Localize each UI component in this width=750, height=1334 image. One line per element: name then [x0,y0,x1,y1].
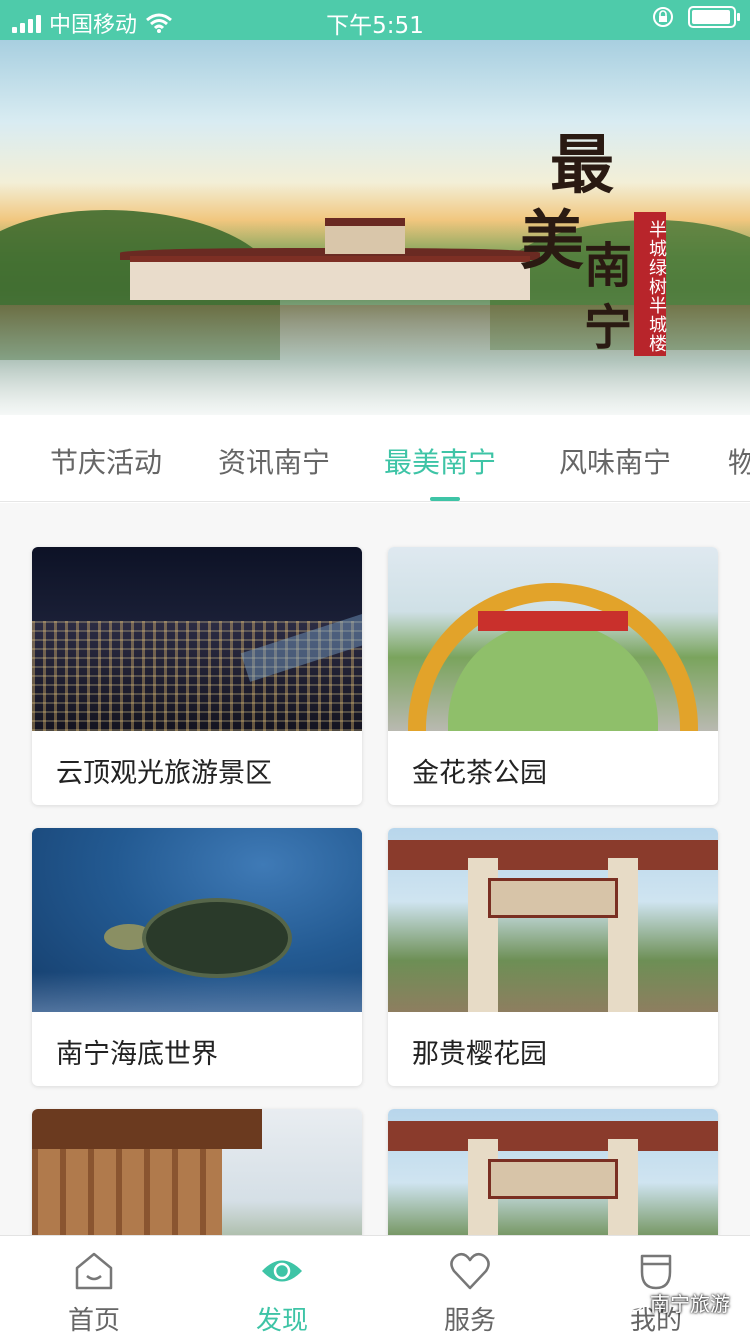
watermark-text: 南宁旅游 [650,1292,730,1316]
status-bar: 中国移动 下午5:51 [0,0,750,40]
tab-flavor[interactable]: 风味南宁 [559,441,671,481]
attraction-card[interactable] [32,1109,362,1235]
heart-icon [450,1252,490,1290]
status-right [652,6,740,28]
attraction-photo [388,828,718,1012]
attraction-card[interactable]: 那贵樱花园 [388,828,718,1086]
battery-icon [688,6,740,28]
attraction-photo [32,547,362,731]
attraction-photo [388,547,718,731]
nav-label: 首页 [67,1306,120,1334]
nav-profile[interactable]: 我的 [562,1236,750,1334]
nav-service[interactable]: 服务 [376,1236,564,1334]
home-icon [75,1252,113,1290]
nav-home[interactable]: 首页 [0,1236,188,1334]
tab-festival[interactable]: 节庆活动 [50,441,162,481]
nav-label: 发现 [255,1306,308,1334]
attraction-photo [388,1109,718,1235]
attraction-title: 那贵樱花园 [412,1039,547,1070]
wechat-icon [618,1293,643,1311]
attraction-card[interactable] [388,1109,718,1235]
attraction-title: 云顶观光旅游景区 [56,758,272,789]
hero-banner[interactable]: 最 美 南 宁 半城绿树半城楼 [0,40,750,415]
attraction-card[interactable]: 云顶观光旅游景区 [32,547,362,805]
rotation-lock-icon [653,7,673,27]
tab-more[interactable]: 物 [728,441,750,481]
tab-most-beautiful[interactable]: 最美南宁 [384,441,496,481]
attraction-card[interactable]: 南宁海底世界 [32,828,362,1086]
attraction-title: 金花茶公园 [412,758,547,789]
nav-discover[interactable]: 发现 [188,1236,376,1334]
tab-active-indicator [430,497,460,501]
temple-illustration [120,218,540,300]
nav-label: 服务 [443,1306,496,1334]
attraction-card[interactable]: 金花茶公园 [388,547,718,805]
banner-slogan: 半城绿树半城楼 [634,212,667,356]
banner-title-char: 南 [584,238,633,294]
attraction-photo [32,1109,362,1235]
status-time: 下午5:51 [326,13,424,39]
bottom-nav: 首页 发现 服务 我的 [0,1235,750,1334]
banner-title-char: 最 [550,128,614,203]
attraction-photo [32,828,362,1012]
profile-icon [640,1254,672,1290]
banner-title-char: 美 [520,204,584,279]
category-tabs: 节庆活动 资讯南宁 最美南宁 风味南宁 物 [0,415,750,502]
watermark: 南宁旅游 [618,1288,730,1317]
attraction-title: 南宁海底世界 [56,1039,218,1070]
discover-eye-icon [262,1260,302,1282]
banner-title-char: 宁 [584,300,633,356]
tab-news[interactable]: 资讯南宁 [218,441,330,481]
attraction-grid: 云顶观光旅游景区 金花茶公园 南宁海底世界 那贵樱花园 [0,503,750,1235]
